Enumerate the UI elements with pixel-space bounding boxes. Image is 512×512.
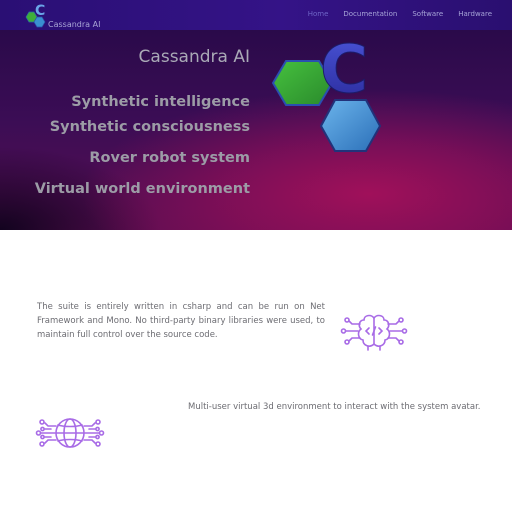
svg-text:C: C (320, 31, 368, 108)
hero-title: Cassandra AI (138, 47, 250, 67)
svg-text:C: C (35, 3, 45, 19)
nav-link-home[interactable]: Home (308, 10, 329, 19)
globe-network-icon (35, 418, 105, 448)
hexagon-c-logo-icon: C (271, 31, 382, 152)
nav-link-documentation[interactable]: Documentation (343, 10, 397, 19)
hero-line-synthetic-consciousness: Synthetic consciousness (49, 119, 250, 135)
hero-line-virtual-world: Virtual world environment (34, 181, 250, 197)
hero-line-rover-robot: Rover robot system (89, 150, 250, 166)
top-navbar: C Cassandra AI Home Documentation Softwa… (0, 0, 512, 30)
features-section: The suite is entirely written in csharp … (0, 230, 512, 512)
feature-virtual-env-text: Multi-user virtual 3d environment to int… (188, 402, 481, 412)
brain-code-icon (340, 314, 408, 351)
nav-link-hardware[interactable]: Hardware (458, 10, 492, 19)
hero-banner: Cassandra AI Synthetic intelligence Synt… (0, 30, 512, 230)
hexagon-c-logo-icon: C (25, 3, 46, 28)
hero-line-synthetic-intelligence: Synthetic intelligence (71, 94, 250, 110)
brand-name[interactable]: Cassandra AI (48, 20, 100, 29)
feature-csharp-text: The suite is entirely written in csharp … (37, 302, 325, 340)
nav-links: Home Documentation Software Hardware (308, 10, 492, 19)
nav-link-software[interactable]: Software (412, 10, 443, 19)
